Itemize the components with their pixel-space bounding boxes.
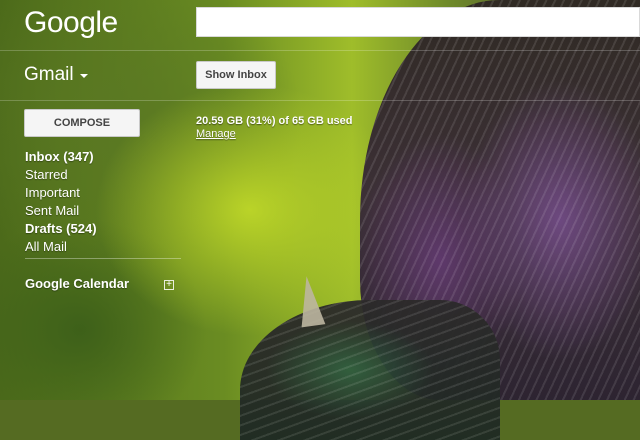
- show-inbox-button[interactable]: Show Inbox: [196, 61, 276, 89]
- sidebar-item-important[interactable]: Important: [25, 184, 185, 202]
- sidebar-item-drafts[interactable]: Drafts (524): [25, 220, 185, 238]
- sidebar-nav: Inbox (347) Starred Important Sent Mail …: [25, 148, 185, 256]
- compose-button[interactable]: COMPOSE: [24, 109, 140, 137]
- sidebar-item-sent-mail[interactable]: Sent Mail: [25, 202, 185, 220]
- gmail-app-menu[interactable]: Gmail: [24, 64, 88, 86]
- sidebar-item-starred[interactable]: Starred: [25, 166, 185, 184]
- plus-icon[interactable]: +: [164, 280, 174, 290]
- google-calendar-label[interactable]: Google Calendar: [25, 276, 129, 291]
- storage-usage-text: 20.59 GB (31%) of 65 GB used: [196, 115, 353, 127]
- sidebar-item-inbox[interactable]: Inbox (347): [25, 148, 185, 166]
- header-divider: [0, 50, 640, 51]
- sidebar-item-all-mail[interactable]: All Mail: [25, 238, 185, 256]
- toolbar-divider: [0, 100, 640, 101]
- search-input[interactable]: [196, 7, 640, 37]
- ui-overlay: Google Gmail Show Inbox COMPOSE Inbox (3…: [0, 0, 640, 400]
- chevron-down-icon: [79, 74, 88, 78]
- google-logo[interactable]: Google: [24, 6, 118, 40]
- manage-storage-link[interactable]: Manage: [196, 128, 236, 140]
- sidebar-divider: [25, 258, 181, 259]
- gmail-menu-label: Gmail: [24, 64, 74, 85]
